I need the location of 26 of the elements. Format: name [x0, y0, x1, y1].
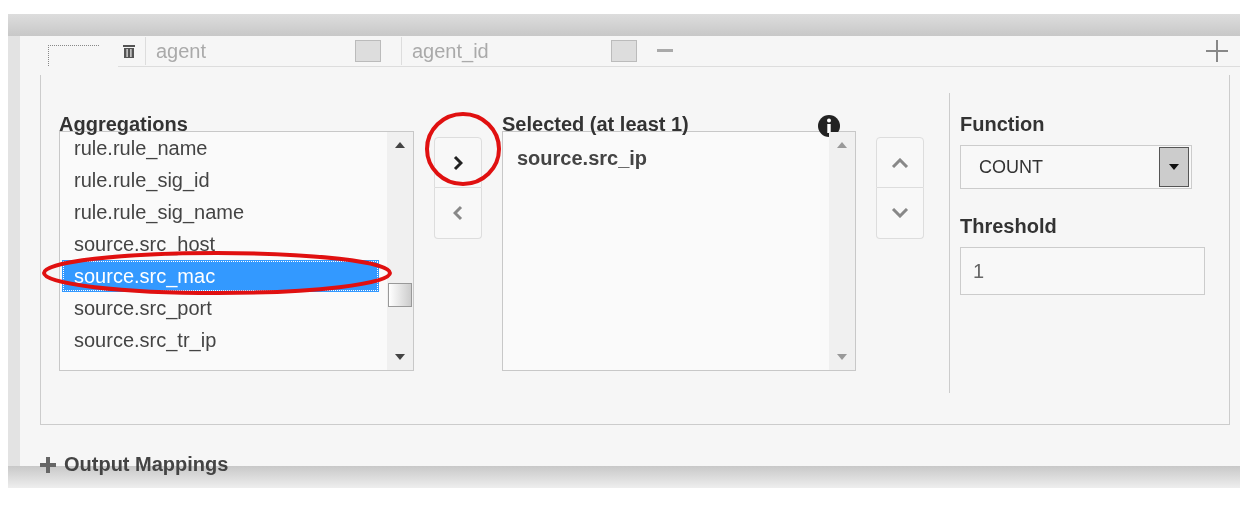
- add-button[interactable]: [434, 137, 482, 188]
- tree-connector: [48, 45, 99, 66]
- scroll-thumb[interactable]: [388, 283, 412, 307]
- move-down-button[interactable]: [876, 188, 924, 239]
- list-item[interactable]: source.src_ip: [505, 142, 829, 174]
- list-item[interactable]: source.src_port: [62, 292, 387, 324]
- scroll-up-icon[interactable]: [395, 142, 405, 148]
- list-item[interactable]: source.src_host: [62, 228, 387, 260]
- dropdown-arrow-icon: [1169, 164, 1179, 170]
- minus-icon[interactable]: [657, 49, 673, 53]
- list-item[interactable]: rule.rule_sig_id: [62, 164, 387, 196]
- plus-icon[interactable]: [1206, 40, 1228, 62]
- threshold-label: Threshold: [960, 215, 1058, 239]
- chevron-left-icon: [453, 205, 463, 221]
- function-select[interactable]: COUNT: [960, 145, 1192, 189]
- chevron-right-icon: [453, 154, 463, 171]
- threshold-field[interactable]: 1: [960, 247, 1205, 295]
- move-up-button[interactable]: [876, 137, 924, 188]
- list-item[interactable]: source.src_tr_ip: [62, 324, 387, 356]
- chevron-up-icon: [891, 157, 909, 168]
- output-mappings-link[interactable]: Output Mappings: [64, 453, 229, 476]
- chevron-down-icon: [891, 208, 909, 218]
- trash-icon[interactable]: [123, 44, 135, 58]
- function-label: Function: [960, 113, 1046, 137]
- scroll-down-icon[interactable]: [395, 354, 405, 360]
- list-item[interactable]: rule.rule_sig_name: [62, 196, 387, 228]
